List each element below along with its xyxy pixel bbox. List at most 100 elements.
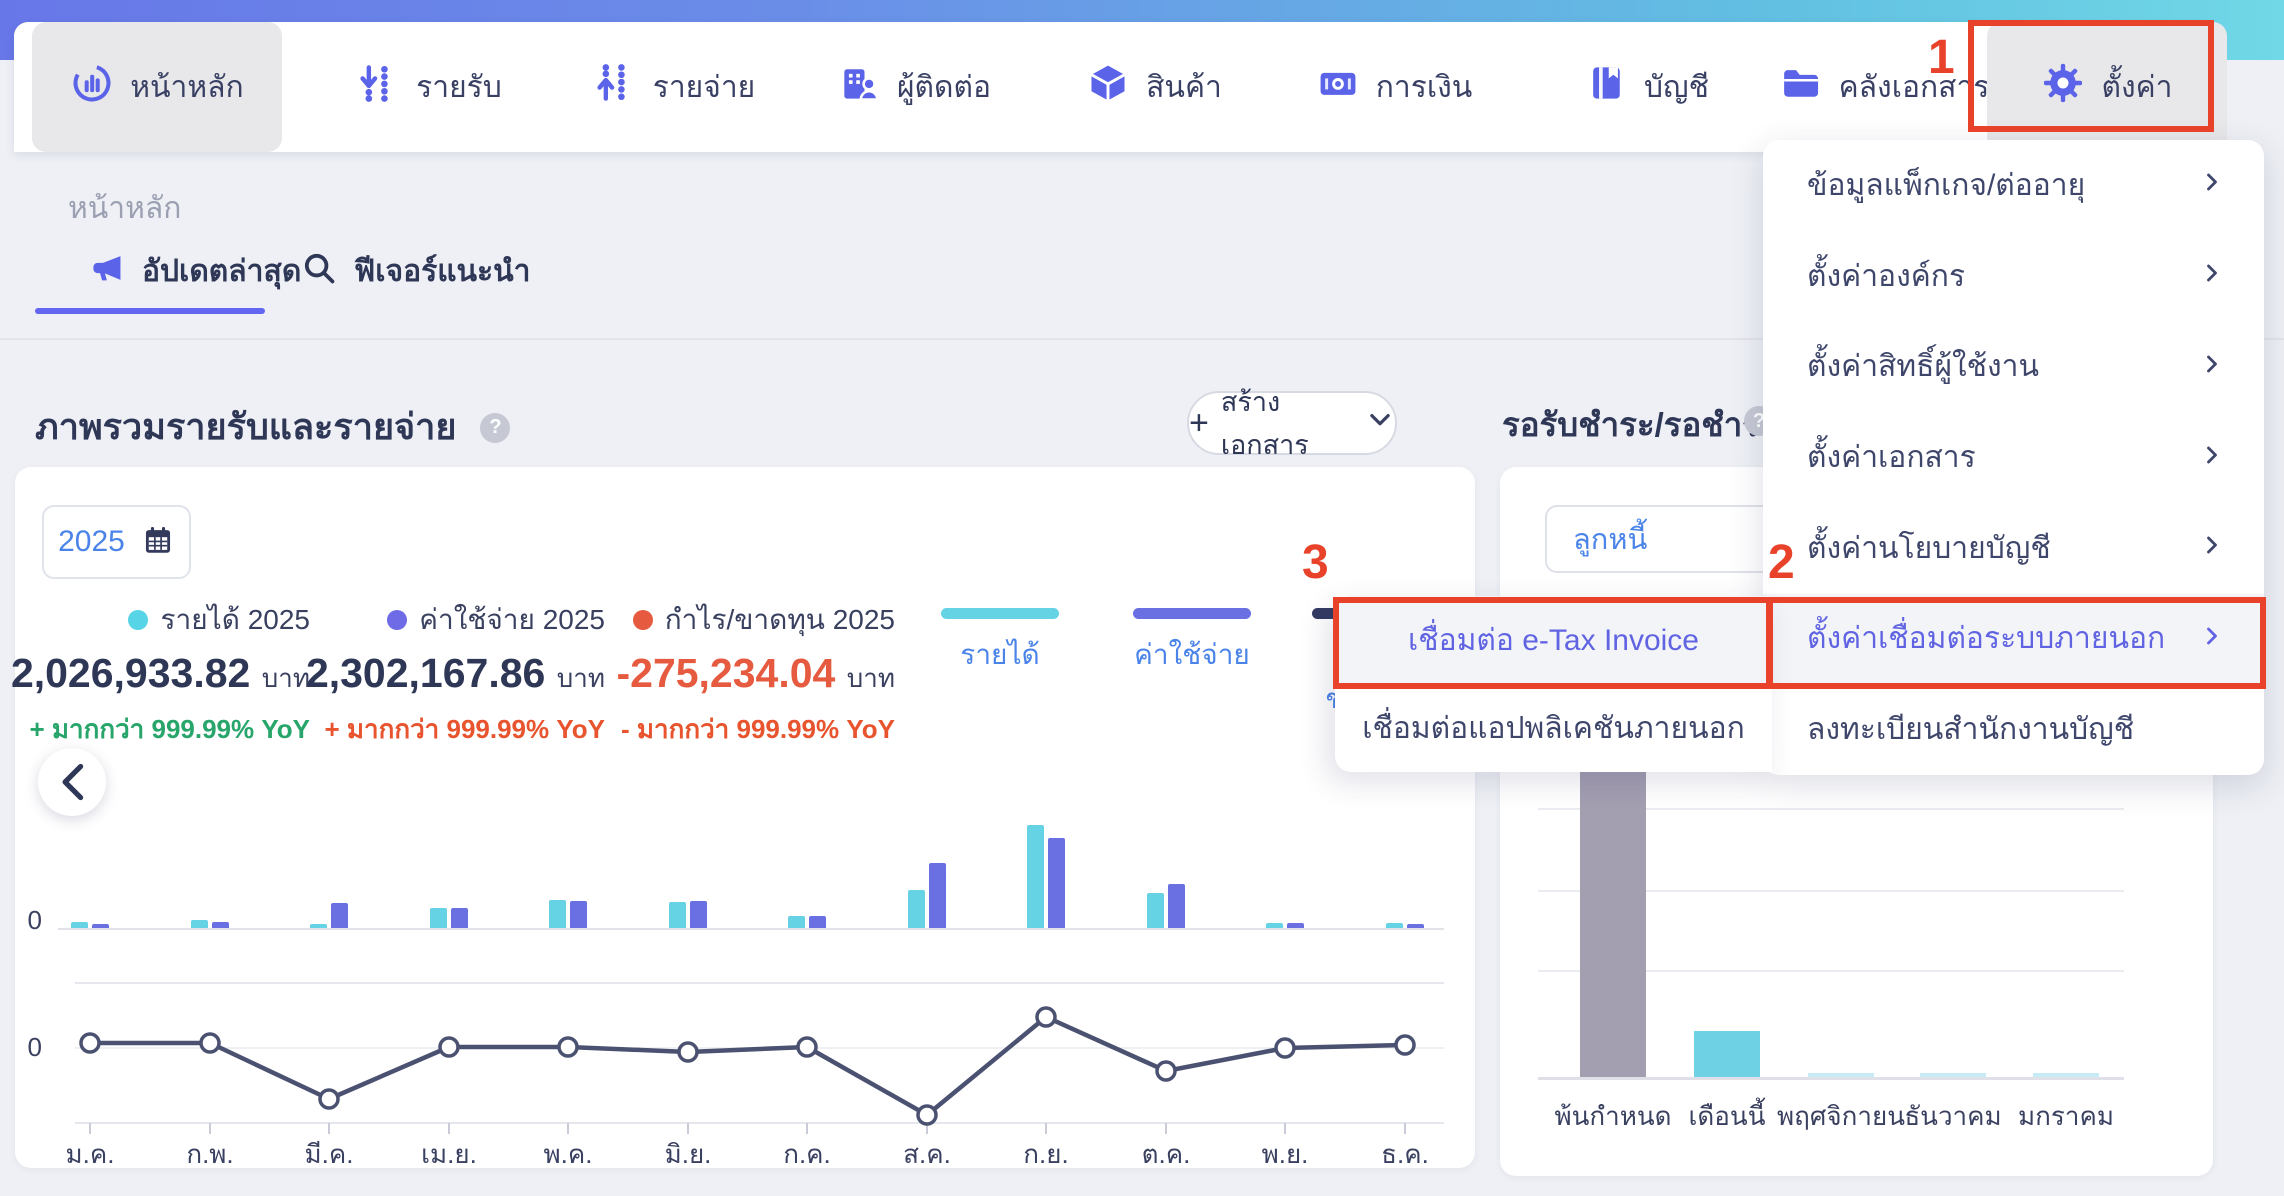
annotation-number-3: 3	[1302, 536, 1329, 589]
month-label: มี.ค.	[304, 1139, 354, 1169]
settings-menu-item-4[interactable]: ตั้งค่านโยบายบัญชี	[1763, 503, 2264, 594]
nav-item-label: สินค้า	[1146, 70, 1222, 104]
nav-item-label: ผู้ติดต่อ	[896, 70, 992, 104]
bar-รายได้ 2025-พ.ย.	[1266, 923, 1283, 928]
bar-รายได้ 2025-มี.ค.	[310, 924, 327, 928]
nav-item-3[interactable]: ผู้ติดต่อ	[814, 22, 1014, 152]
settings-submenu-item-1[interactable]: เชื่อมต่อแอปพลิเคชันภายนอก	[1335, 684, 1772, 772]
aging-chart-baseline	[1538, 1077, 2124, 1080]
month-label: ก.ค.	[783, 1139, 831, 1169]
select-value: ลูกหนี้	[1573, 524, 1648, 556]
menu-item-label: ตั้งค่านโยบายบัญชี	[1807, 531, 2051, 565]
nav-item-8[interactable]: ตั้งค่า	[1987, 22, 2227, 152]
month-label: ก.พ.	[186, 1139, 234, 1169]
chevron-right-icon	[2200, 531, 2224, 565]
stat-yoy: + มากกว่า 999.99% YoY	[324, 714, 605, 744]
menu-item-label: ตั้งค่าเชื่อมต่อระบบภายนอก	[1807, 622, 2166, 656]
menu-item-label: ตั้งค่าสิทธิ์ผู้ใช้งาน	[1807, 350, 2040, 384]
bar-ค่าใช้จ่าย 2025-ธ.ค.	[1407, 924, 1424, 928]
nav-item-6[interactable]: บัญชี	[1559, 22, 1734, 152]
tab-label: อัปเดตล่าสุด	[142, 255, 302, 288]
year-selector[interactable]: 2025	[42, 505, 191, 579]
tab-recommended-features[interactable]: ฟีเจอร์แนะนำ	[300, 248, 531, 295]
stat-unit: บาท	[261, 663, 310, 693]
bar-รายได้ 2025-พ.ค.	[549, 900, 566, 928]
legend-label: ค่าใช้จ่าย	[1134, 639, 1250, 670]
stat-2: กำไร/ขาดทุน 2025 -275,234.04 บาท - มากกว่า…	[616, 598, 895, 750]
gear-icon	[2041, 61, 2085, 113]
bar-ค่าใช้จ่าย 2025-มิ.ย.	[690, 901, 707, 928]
breadcrumb: หน้าหลัก	[68, 192, 182, 225]
stat-yoy: + มากกว่า 999.99% YoY	[29, 714, 310, 744]
nav-item-0[interactable]: หน้าหลัก	[32, 22, 282, 152]
month-label: ส.ค.	[903, 1139, 951, 1169]
bar-ค่าใช้จ่าย 2025-ส.ค.	[929, 863, 946, 928]
stat-value: 2,302,167.86	[305, 650, 546, 696]
stat-unit: บาท	[846, 663, 895, 693]
help-icon[interactable]: ?	[480, 412, 511, 443]
bar-รายได้ 2025-ต.ค.	[1147, 893, 1164, 928]
menu-item-label: ลงทะเบียนสำนักงานบัญชี	[1807, 713, 2135, 747]
nav-item-4[interactable]: สินค้า	[1064, 22, 1244, 152]
chevron-right-icon	[2200, 441, 2224, 475]
product-icon	[1086, 61, 1130, 113]
accounting-icon	[1584, 61, 1628, 113]
legend-toggle-1[interactable]: ค่าใช้จ่าย	[1122, 608, 1262, 677]
nav-item-5[interactable]: การเงิน	[1294, 22, 1494, 152]
nav-item-2[interactable]: รายจ่าย	[574, 22, 774, 152]
month-label: ก.ย.	[1023, 1139, 1069, 1169]
tab-latest-updates[interactable]: อัปเดตล่าสุด	[88, 248, 301, 295]
income-expense-bar-chart	[60, 797, 1444, 928]
megaphone-icon	[88, 249, 126, 295]
chevron-right-icon	[2200, 259, 2224, 293]
year-value: 2025	[58, 525, 125, 558]
contacts-icon	[837, 61, 881, 113]
settings-dropdown-menu: ข้อมูลแพ็กเกจ/ต่ออายุ ตั้งค่าองค์กรตั้งค่…	[1763, 140, 2264, 775]
bar-รายได้ 2025-เม.ย.	[430, 908, 447, 928]
dashboard-icon	[70, 61, 114, 113]
stat-1: ค่าใช้จ่าย 2025 2,302,167.86 บาท + มากกว่า…	[306, 598, 605, 750]
legend-dot	[632, 610, 653, 630]
create-document-button[interactable]: + สร้างเอกสาร	[1187, 387, 1397, 460]
annotation-number-1: 1	[1928, 31, 1955, 84]
menu-item-label: ตั้งค่าเอกสาร	[1807, 441, 1976, 475]
bar-รายได้ 2025-ม.ค.	[71, 922, 88, 928]
settings-menu-item-2[interactable]: ตั้งค่าสิทธิ์ผู้ใช้งาน	[1763, 321, 2264, 412]
legend-toggle-0[interactable]: รายได้	[930, 608, 1070, 677]
stat-0: รายได้ 2025 2,026,933.82 บาท + มากกว่า 999…	[11, 598, 310, 750]
stat-label: กำไร/ขาดทุน 2025	[664, 604, 895, 635]
nav-item-1[interactable]: รายรับ	[334, 22, 524, 152]
bar-axis-zero: 0	[27, 905, 42, 935]
month-label: ต.ค.	[1141, 1139, 1191, 1169]
chevron-right-icon	[2200, 622, 2224, 656]
nav-item-label: บัญชี	[1644, 70, 1709, 104]
settings-menu-item-3[interactable]: ตั้งค่าเอกสาร	[1763, 412, 2264, 503]
settings-menu-item-5[interactable]: ตั้งค่าเชื่อมต่อระบบภายนอก	[1763, 593, 2264, 685]
bar-chart-baseline	[58, 928, 1444, 930]
nav-item-label: คลังเอกสาร	[1838, 70, 1990, 104]
legend-dot	[128, 610, 149, 630]
bar-ค่าใช้จ่าย 2025-พ.ค.	[570, 901, 587, 928]
plus-icon: +	[1189, 403, 1209, 442]
aging-bar-เดือนนี้	[1694, 1031, 1760, 1077]
legend-swatch	[1133, 608, 1251, 619]
settings-submenu-item-0[interactable]: เชื่อมต่อ e-Tax Invoice	[1335, 596, 1772, 684]
stat-unit: บาท	[556, 663, 605, 693]
nav-item-7[interactable]: คลังเอกสาร	[1769, 22, 1999, 152]
overview-title: ภาพรวมรายรับและรายจ่าย ?	[35, 398, 511, 455]
aging-label: มกราคม	[2018, 1101, 2114, 1131]
search-icon	[300, 249, 338, 295]
stat-yoy: - มากกว่า 999.99% YoY	[620, 714, 895, 744]
bar-ค่าใช้จ่าย 2025-พ.ย.	[1287, 923, 1304, 928]
bar-ค่าใช้จ่าย 2025-ต.ค.	[1168, 884, 1185, 928]
settings-menu-item-0[interactable]: ข้อมูลแพ็กเกจ/ต่ออายุ	[1763, 140, 2264, 231]
settings-menu-item-1[interactable]: ตั้งค่าองค์กร	[1763, 231, 2264, 322]
bar-ค่าใช้จ่าย 2025-มี.ค.	[331, 903, 348, 928]
bar-ค่าใช้จ่าย 2025-ก.ย.	[1048, 838, 1065, 928]
tab-label: ฟีเจอร์แนะนำ	[354, 255, 531, 288]
bar-รายได้ 2025-ก.พ.	[191, 920, 208, 928]
settings-menu-item-6[interactable]: ลงทะเบียนสำนักงานบัญชี	[1763, 684, 2264, 775]
bar-ค่าใช้จ่าย 2025-เม.ย.	[451, 908, 468, 928]
bar-ค่าใช้จ่าย 2025-ก.พ.	[212, 922, 229, 928]
carousel-prev-button[interactable]	[38, 748, 106, 816]
